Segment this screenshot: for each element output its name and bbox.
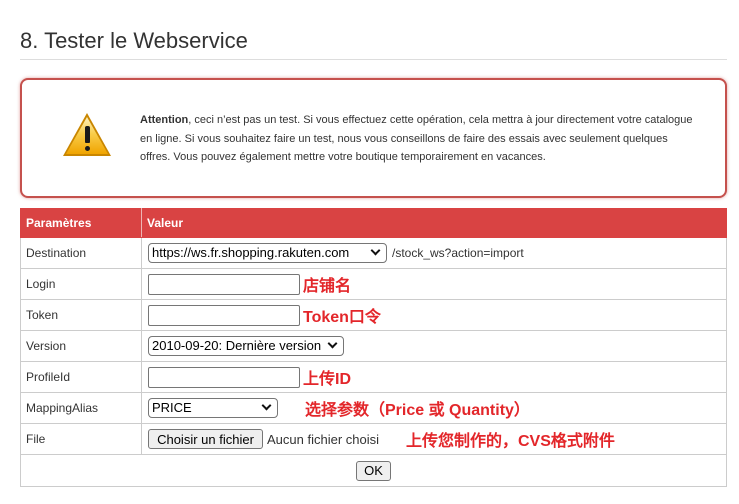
choose-file-button[interactable]: Choisir un fichier	[148, 429, 263, 449]
header-row: Paramètres Valeur	[20, 208, 727, 238]
login-controls: 店铺名	[148, 269, 720, 299]
warning-message: Attention, ceci n’est pas un test. Si vo…	[140, 111, 696, 167]
header-value: Valeur	[141, 208, 727, 238]
destination-select-wrap: https://ws.fr.shopping.rakuten.com	[148, 243, 387, 263]
warning-body: , ceci n’est pas un test. Si vous effect…	[140, 114, 693, 163]
row-token: Token Token口令	[20, 299, 727, 331]
params-table: Paramètres Valeur Destination https://ws…	[20, 208, 727, 487]
label-login: Login	[20, 268, 142, 300]
destination-suffix: /stock_ws?action=import	[392, 246, 524, 260]
profile-id-controls: 上传ID	[148, 362, 720, 392]
annotation-file: 上传您制作的，CVS格式附件	[406, 433, 615, 450]
exclamation-bar	[84, 126, 90, 143]
warning-lead: Attention	[140, 114, 189, 126]
annotation-token: Token口令	[303, 309, 381, 326]
row-profile-id: ProfileId 上传ID	[20, 361, 727, 393]
label-token: Token	[20, 299, 142, 331]
mapping-alias-controls: PRICE 选择参数（Price 或 Quantity）	[148, 393, 720, 423]
version-select-wrap: 2010-09-20: Dernière version	[148, 336, 344, 356]
submit-controls: OK	[27, 455, 720, 486]
row-file: File Choisir un fichier Aucun fichier ch…	[20, 423, 727, 455]
version-select[interactable]: 2010-09-20: Dernière version	[148, 336, 344, 356]
row-submit: OK	[20, 454, 727, 487]
annotation-mapping-alias: 选择参数（Price 或 Quantity）	[305, 402, 530, 419]
value-cell-login: 店铺名	[141, 268, 727, 300]
row-destination: Destination https://ws.fr.shopping.rakut…	[20, 237, 727, 269]
title-divider	[20, 59, 727, 60]
annotation-login: 店铺名	[303, 278, 352, 295]
value-cell-destination: https://ws.fr.shopping.rakuten.com /stoc…	[141, 237, 727, 269]
file-controls: Choisir un fichier Aucun fichier choisi …	[148, 424, 720, 454]
mapping-alias-select[interactable]: PRICE	[148, 398, 278, 418]
label-version: Version	[20, 330, 142, 362]
value-cell-version: 2010-09-20: Dernière version	[141, 330, 727, 362]
warning-box: Attention, ceci n’est pas un test. Si vo…	[20, 78, 727, 198]
header-param: Paramètres	[20, 208, 142, 238]
row-version: Version 2010-09-20: Dernière version	[20, 330, 727, 362]
profile-id-input[interactable]	[148, 366, 300, 388]
ok-button[interactable]: OK	[356, 460, 391, 481]
submit-cell: OK	[20, 454, 727, 487]
row-login: Login 店铺名	[20, 268, 727, 300]
label-file: File	[20, 423, 142, 455]
row-mapping-alias: MappingAlias PRICE 选择参数（Price 或 Quantity…	[20, 392, 727, 424]
file-status: Aucun fichier choisi	[267, 431, 379, 447]
value-cell-file: Choisir un fichier Aucun fichier choisi …	[141, 423, 727, 455]
value-cell-mapping-alias: PRICE 选择参数（Price 或 Quantity）	[141, 392, 727, 424]
destination-select[interactable]: https://ws.fr.shopping.rakuten.com	[148, 243, 387, 263]
label-mapping-alias: MappingAlias	[20, 392, 142, 424]
version-controls: 2010-09-20: Dernière version	[148, 331, 720, 361]
value-cell-profile-id: 上传ID	[141, 361, 727, 393]
warning-triangle-icon	[63, 113, 111, 156]
token-input[interactable]	[148, 304, 300, 326]
label-destination: Destination	[20, 237, 142, 269]
mapping-alias-select-wrap: PRICE	[148, 398, 278, 418]
page-title: 8. Tester le Webservice	[20, 28, 248, 53]
login-input[interactable]	[148, 273, 300, 295]
exclamation-dot	[84, 146, 90, 151]
token-controls: Token口令	[148, 300, 720, 330]
value-cell-token: Token口令	[141, 299, 727, 331]
label-profile-id: ProfileId	[20, 361, 142, 393]
destination-controls: https://ws.fr.shopping.rakuten.com /stoc…	[148, 238, 720, 268]
annotation-profile-id: 上传ID	[303, 371, 352, 388]
